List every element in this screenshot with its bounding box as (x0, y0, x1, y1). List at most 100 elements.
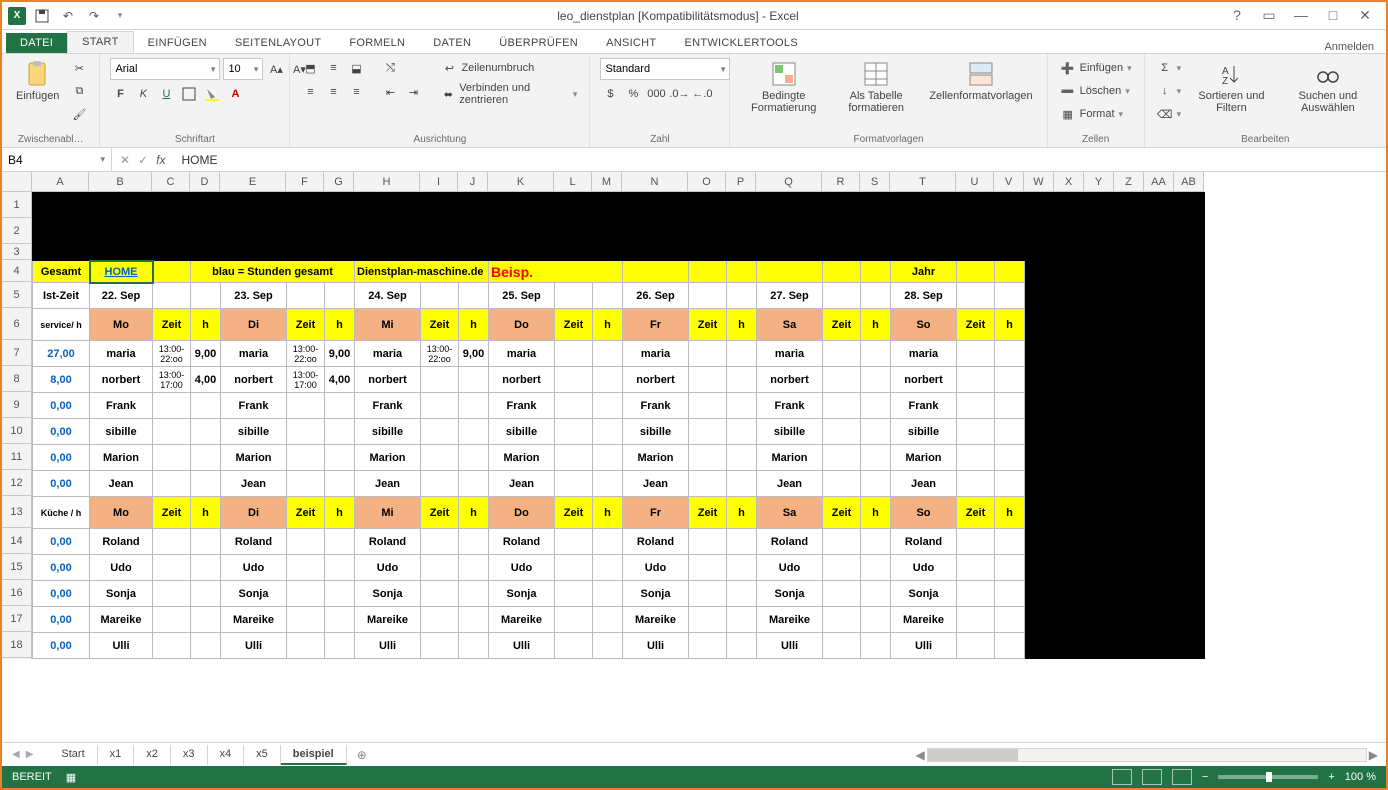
cell[interactable] (1025, 419, 1055, 445)
cell[interactable] (421, 393, 459, 419)
col-header-C[interactable]: C (152, 172, 190, 191)
cell[interactable] (191, 393, 221, 419)
cell[interactable] (325, 419, 355, 445)
cell[interactable]: 22. Sep (90, 283, 153, 309)
cell[interactable] (1025, 261, 1055, 283)
tab-start[interactable]: START (67, 31, 134, 53)
cell[interactable] (555, 245, 593, 261)
col-header-I[interactable]: I (420, 172, 458, 191)
page-layout-view-button[interactable] (1142, 769, 1162, 785)
cell[interactable]: Marion (355, 445, 421, 471)
tab-developer[interactable]: ENTWICKLERTOOLS (670, 33, 812, 53)
col-header-AB[interactable]: AB (1174, 172, 1204, 191)
cell[interactable] (459, 529, 489, 555)
cell[interactable] (689, 393, 727, 419)
decrease-decimal-button[interactable]: ←.0 (692, 84, 712, 104)
cell[interactable]: Ulli (891, 633, 957, 659)
cell[interactable]: Roland (90, 529, 153, 555)
cell[interactable] (623, 245, 689, 261)
cell[interactable] (191, 529, 221, 555)
cell[interactable] (727, 607, 757, 633)
cell[interactable]: h (727, 309, 757, 341)
cell[interactable] (1055, 309, 1085, 341)
cell[interactable]: Mareike (355, 607, 421, 633)
cell[interactable] (1085, 607, 1115, 633)
cell[interactable] (1025, 393, 1055, 419)
cell[interactable]: Roland (891, 529, 957, 555)
cell[interactable] (555, 193, 593, 219)
cell[interactable] (287, 219, 325, 245)
cell[interactable] (1025, 283, 1055, 309)
scroll-right-icon[interactable]: ▶ (1369, 748, 1378, 762)
cell[interactable]: sibille (757, 419, 823, 445)
cell[interactable] (823, 393, 861, 419)
cell[interactable]: 0,00 (33, 529, 90, 555)
cell[interactable] (1025, 471, 1055, 497)
cell[interactable] (555, 341, 593, 367)
cell[interactable]: norbert (90, 367, 153, 393)
cell[interactable]: Jahr (891, 261, 957, 283)
cell[interactable] (957, 555, 995, 581)
cell[interactable]: Jean (221, 471, 287, 497)
cell[interactable]: 13:00-17:00 (287, 367, 325, 393)
cell[interactable] (1025, 581, 1055, 607)
cell[interactable] (1175, 341, 1205, 367)
cell[interactable]: 9,00 (459, 341, 489, 367)
cell[interactable]: Zeit (287, 497, 325, 529)
cell[interactable]: 4,00 (191, 367, 221, 393)
cell[interactable] (221, 219, 287, 245)
cell[interactable]: h (325, 309, 355, 341)
row-header-7[interactable]: 7 (2, 340, 31, 366)
cell[interactable] (593, 529, 623, 555)
cell[interactable] (1025, 633, 1055, 659)
cell[interactable]: Jean (489, 471, 555, 497)
cell[interactable] (1115, 283, 1145, 309)
col-header-AA[interactable]: AA (1144, 172, 1174, 191)
cell[interactable] (1085, 193, 1115, 219)
sheet-tab-x3[interactable]: x3 (171, 745, 208, 765)
scroll-thumb[interactable] (928, 749, 1018, 761)
help-icon[interactable]: ? (1226, 7, 1248, 24)
cell[interactable]: 27. Sep (757, 283, 823, 309)
cell[interactable]: h (191, 497, 221, 529)
cell[interactable]: sibille (90, 419, 153, 445)
col-header-R[interactable]: R (822, 172, 860, 191)
cell[interactable]: Mareike (757, 607, 823, 633)
cell[interactable] (153, 193, 191, 219)
cell[interactable] (1085, 219, 1115, 245)
cell[interactable] (287, 245, 325, 261)
cell[interactable]: Mo (90, 309, 153, 341)
new-sheet-button[interactable]: ⊕ (347, 748, 377, 762)
cell[interactable] (995, 283, 1025, 309)
cell[interactable] (191, 445, 221, 471)
cell[interactable] (727, 471, 757, 497)
cell[interactable]: h (459, 309, 489, 341)
cell[interactable] (287, 445, 325, 471)
cell[interactable] (459, 607, 489, 633)
tab-formulas[interactable]: FORMELN (335, 33, 419, 53)
cell[interactable]: Marion (891, 445, 957, 471)
cell[interactable] (287, 581, 325, 607)
cell[interactable] (1025, 245, 1055, 261)
cell[interactable] (757, 193, 823, 219)
orientation-button[interactable]: ⤭ (380, 58, 400, 78)
cell[interactable]: Frank (757, 393, 823, 419)
tab-pagelayout[interactable]: SEITENLAYOUT (221, 33, 336, 53)
bold-button[interactable]: F (110, 84, 130, 104)
cell[interactable] (1145, 245, 1175, 261)
cell[interactable]: norbert (623, 367, 689, 393)
cell[interactable] (1115, 445, 1145, 471)
cell[interactable] (1145, 607, 1175, 633)
cell[interactable] (727, 219, 757, 245)
cell[interactable] (355, 193, 421, 219)
cell[interactable]: Fr (623, 497, 689, 529)
cell[interactable] (1145, 445, 1175, 471)
cell[interactable]: Sonja (489, 581, 555, 607)
cell[interactable] (33, 219, 90, 245)
cell[interactable] (861, 581, 891, 607)
cell[interactable]: Zeit (689, 309, 727, 341)
cell[interactable] (153, 607, 191, 633)
cell[interactable] (1145, 193, 1175, 219)
cell[interactable] (727, 445, 757, 471)
merge-center-button[interactable]: ⬌Verbinden und zentrieren▾ (439, 84, 579, 104)
